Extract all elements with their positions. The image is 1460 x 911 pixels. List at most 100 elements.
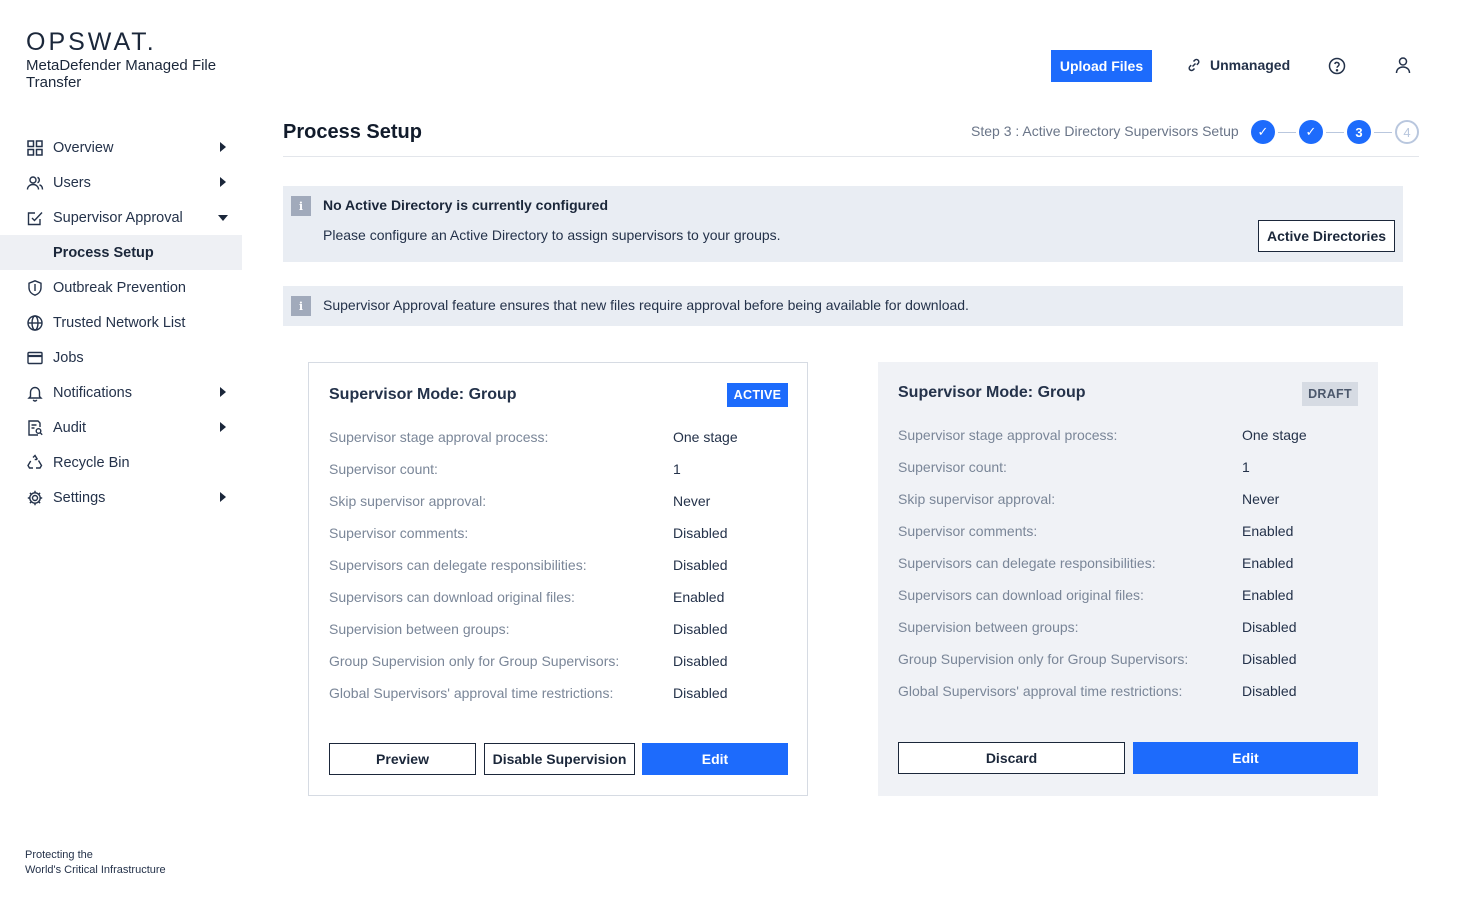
discard-button[interactable]: Discard	[898, 742, 1125, 774]
info-icon: i	[291, 296, 311, 316]
list-item: Group Supervision only for Group Supervi…	[898, 643, 1358, 675]
list-item: Skip supervisor approval: Never	[329, 485, 789, 517]
users-icon	[26, 174, 44, 192]
stepper: ✓ ✓ 3 4	[1251, 120, 1419, 144]
sidebar-item-users[interactable]: Users	[0, 165, 242, 200]
setting-value: 1	[673, 461, 681, 477]
setting-value: 1	[1242, 459, 1250, 475]
list-item: Supervisor count: 1	[898, 451, 1358, 483]
setting-label: Supervisor stage approval process:	[898, 427, 1118, 443]
card-title: Supervisor Mode: Group	[898, 384, 1086, 401]
list-item: Supervisor comments: Disabled	[329, 517, 789, 549]
sidebar-item-recycle-bin[interactable]: Recycle Bin	[0, 445, 242, 480]
info-icon: i	[291, 196, 311, 216]
globe-icon	[26, 314, 44, 332]
tagline-line-1: Protecting the	[25, 849, 93, 861]
setting-value: Disabled	[673, 685, 728, 701]
setting-label: Supervisor count:	[898, 459, 1007, 475]
page-title: Process Setup	[283, 121, 422, 143]
list-item: Supervisors can delegate responsibilitie…	[898, 547, 1358, 579]
sidebar-item-label: Recycle Bin	[53, 454, 130, 471]
upload-files-button[interactable]: Upload Files	[1051, 50, 1152, 82]
preview-button[interactable]: Preview	[329, 743, 476, 775]
opswat-logo[interactable]: OPSWAT.	[26, 28, 157, 57]
sidebar-item-audit[interactable]: Audit	[0, 410, 242, 445]
setting-value: Enabled	[1242, 555, 1294, 571]
sidebar-item-label: Audit	[53, 419, 87, 436]
sidebar-nav: Overview Users Supervisor Approval Proce…	[0, 130, 242, 515]
audit-icon	[26, 419, 44, 437]
step-connector	[1278, 131, 1296, 133]
active-supervisor-card: Supervisor Mode: Group ACTIVE Supervisor…	[308, 362, 808, 796]
jobs-icon	[26, 349, 44, 367]
bell-icon	[26, 384, 44, 402]
list-item: Supervisor stage approval process: One st…	[329, 421, 789, 453]
step-2-check-icon: ✓	[1299, 120, 1323, 144]
user-profile-icon[interactable]	[1393, 55, 1413, 75]
setting-label: Supervisors can delegate responsibilitie…	[898, 555, 1156, 571]
unmanaged-link[interactable]: Unmanaged	[1186, 56, 1290, 74]
edit-active-button[interactable]: Edit	[642, 743, 788, 775]
caret-right-icon	[220, 142, 226, 152]
setting-label: Group Supervision only for Group Supervi…	[898, 651, 1189, 667]
title-divider	[283, 156, 1419, 157]
disable-supervision-button[interactable]: Disable Supervision	[484, 743, 635, 775]
setting-label: Supervisor comments:	[329, 525, 469, 541]
setting-label: Supervision between groups:	[898, 619, 1079, 635]
setting-value: Never	[1242, 491, 1280, 507]
setting-value: Disabled	[1242, 683, 1297, 699]
list-item: Group Supervision only for Group Supervi…	[329, 645, 789, 677]
setting-label: Group Supervision only for Group Supervi…	[329, 653, 620, 669]
status-badge: ACTIVE	[727, 383, 788, 407]
sidebar-item-jobs[interactable]: Jobs	[0, 340, 242, 375]
edit-draft-button[interactable]: Edit	[1133, 742, 1358, 774]
list-item: Global Supervisors' approval time restri…	[898, 675, 1358, 707]
setting-label: Supervisors can download original files:	[329, 589, 575, 605]
list-item: Supervisor count: 1	[329, 453, 789, 485]
setting-value: Enabled	[673, 589, 725, 605]
list-item: Supervision between groups: Disabled	[898, 611, 1358, 643]
caret-right-icon	[220, 387, 226, 397]
sidebar-item-notifications[interactable]: Notifications	[0, 375, 242, 410]
footer-tagline: Protecting the World's Critical Infrastr…	[25, 848, 166, 878]
sidebar-item-trusted-network-list[interactable]: Trusted Network List	[0, 305, 242, 340]
gear-icon	[26, 489, 44, 507]
help-icon[interactable]	[1327, 56, 1347, 76]
list-item: Global Supervisors' approval time restri…	[329, 677, 789, 709]
setting-label: Supervisor comments:	[898, 523, 1038, 539]
setting-value: Disabled	[673, 653, 728, 669]
sidebar-item-supervisor-approval[interactable]: Supervisor Approval	[0, 200, 242, 235]
step-1-check-icon: ✓	[1251, 120, 1275, 144]
setting-label: Supervisor count:	[329, 461, 438, 477]
settings-list: Supervisor stage approval process: One st…	[898, 419, 1358, 707]
setting-value: Disabled	[673, 525, 728, 541]
sidebar-item-overview[interactable]: Overview	[0, 130, 242, 165]
sidebar-item-label: Notifications	[53, 384, 132, 401]
sidebar-item-settings[interactable]: Settings	[0, 480, 242, 515]
approval-icon	[26, 209, 44, 227]
caret-down-icon	[218, 215, 228, 221]
setting-label: Skip supervisor approval:	[898, 491, 1056, 507]
tagline-line-2: World's Critical Infrastructure	[25, 864, 166, 876]
setting-label: Global Supervisors' approval time restri…	[898, 683, 1183, 699]
list-item: Supervisors can download original files:…	[898, 579, 1358, 611]
caret-right-icon	[220, 492, 226, 502]
active-directories-button[interactable]: Active Directories	[1258, 220, 1395, 252]
list-item: Supervisors can delegate responsibilitie…	[329, 549, 789, 581]
setting-value: Disabled	[673, 557, 728, 573]
setting-label: Supervisors can delegate responsibilitie…	[329, 557, 587, 573]
grid-icon	[26, 139, 44, 157]
list-item: Supervisor comments: Enabled	[898, 515, 1358, 547]
banner-text: Please configure an Active Directory to …	[323, 227, 781, 243]
sidebar: OPSWAT. MetaDefender Managed File Transf…	[0, 0, 242, 911]
step-label: Step 3 : Active Directory Supervisors Se…	[971, 123, 1239, 139]
card-title: Supervisor Mode: Group	[329, 386, 517, 403]
setting-value: One stage	[1242, 427, 1307, 443]
sidebar-item-label: Process Setup	[53, 244, 154, 261]
setting-value: Disabled	[1242, 619, 1297, 635]
setting-value: Enabled	[1242, 587, 1294, 603]
setting-value: Disabled	[673, 621, 728, 637]
sidebar-item-outbreak-prevention[interactable]: Outbreak Prevention	[0, 270, 242, 305]
settings-list: Supervisor stage approval process: One st…	[329, 421, 789, 709]
sidebar-item-process-setup[interactable]: Process Setup	[0, 235, 242, 270]
